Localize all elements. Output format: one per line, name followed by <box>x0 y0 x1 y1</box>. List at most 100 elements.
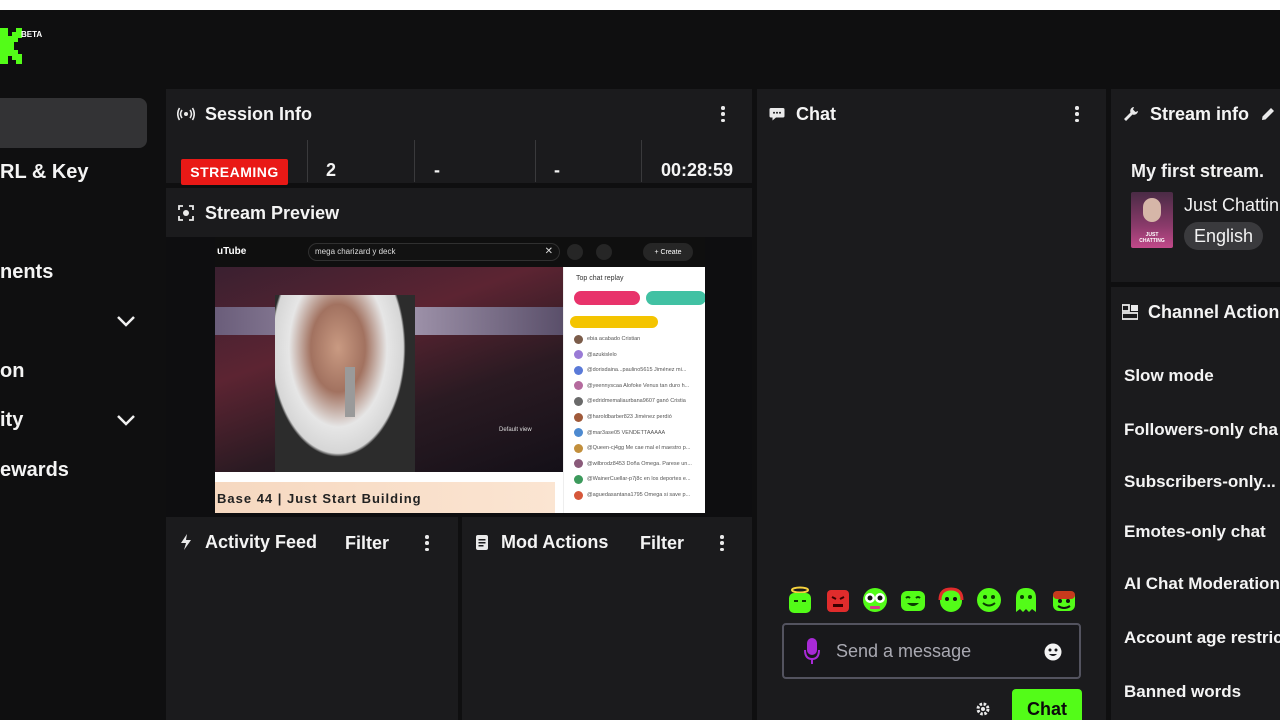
stat-divider <box>535 140 536 182</box>
chat-message-input[interactable] <box>836 640 1016 662</box>
session-info-menu-icon[interactable] <box>720 106 726 122</box>
mod-actions-menu-icon[interactable] <box>719 535 725 551</box>
sidebar: RL & Key nents on ity ewards <box>0 88 160 720</box>
preview-video-frame: Default view <box>215 267 563 472</box>
sidebar-item-moderation[interactable]: on <box>0 360 24 383</box>
preview-default-view: Default view <box>499 427 532 433</box>
gear-icon[interactable] <box>975 701 991 717</box>
kick-logo[interactable] <box>0 28 22 64</box>
edit-pencil-icon[interactable] <box>1260 106 1276 122</box>
preview-chat-line-text: @Queen-cj4gg Me cae mal el maestro p... <box>587 445 691 452</box>
stat-value: - <box>554 160 560 180</box>
emote-mustache-icon[interactable] <box>1050 586 1078 614</box>
emote-angel-icon[interactable] <box>786 586 814 614</box>
stream-preview-header: Stream Preview <box>166 188 752 238</box>
chat-avatar-icon <box>574 490 583 500</box>
preview-pinned-chat <box>570 316 658 328</box>
category-thumbnail-figure <box>1143 198 1161 222</box>
preview-search-box: mega charizard y deck ✕ <box>308 243 560 261</box>
preview-chat-line-text: @mar3ase05 VENDETTAAAAA <box>587 429 666 436</box>
preview-browser-bar: uTube mega charizard y deck ✕ + Create <box>215 237 705 267</box>
chat-avatar-icon <box>574 474 583 484</box>
chat-send-button[interactable]: Chat <box>1012 689 1082 720</box>
emotes-only-toggle[interactable]: Emotes-only chat <box>1124 522 1266 542</box>
preview-chat-line-text: @yeennyscaa Alofoke Venus tan duro h... <box>587 382 690 389</box>
ai-chat-moderation-toggle[interactable]: AI Chat Moderation <box>1124 574 1280 594</box>
chat-avatar-icon <box>574 459 583 469</box>
chat-title: Chat <box>796 103 836 124</box>
beta-label: BETA <box>21 30 43 39</box>
channel-actions-header: Channel Actions <box>1111 287 1280 337</box>
preview-gap <box>215 472 563 482</box>
mod-actions-panel: Mod Actions Filter <box>462 517 752 720</box>
mod-actions-header: Mod Actions <box>462 517 752 567</box>
channel-actions-icon <box>1122 303 1138 321</box>
emote-ghost-icon[interactable] <box>1012 586 1040 614</box>
preview-chat-column: Top chat replay ebia acabado Cristian @az… <box>563 267 705 513</box>
preview-chat-line: @azukislelo <box>574 349 704 361</box>
chat-avatar-icon <box>574 365 583 375</box>
emote-laugh-icon[interactable] <box>899 586 927 614</box>
sidebar-item-url-key[interactable]: RL & Key <box>0 161 89 184</box>
chat-avatar-icon <box>574 381 583 391</box>
followers-only-toggle[interactable]: Followers-only cha <box>1124 420 1278 440</box>
emote-smile-icon[interactable] <box>975 586 1003 614</box>
chat-bubble-icon <box>768 105 786 123</box>
preview-chat-line: @aguedasantana1795 Omega si save p... <box>574 489 704 501</box>
microphone-icon[interactable] <box>804 638 820 664</box>
preview-chat-line-text: @azukislelo <box>587 351 617 358</box>
stat-value: - <box>434 160 440 180</box>
sidebar-item-rewards[interactable]: ewards <box>0 459 69 482</box>
chat-avatar-icon <box>574 396 583 406</box>
account-age-restriction-toggle[interactable]: Account age restric <box>1124 628 1280 648</box>
banned-words-button[interactable]: Banned words <box>1124 682 1241 702</box>
chat-avatar-icon <box>574 350 583 360</box>
sidebar-item-moments[interactable]: nents <box>0 261 53 284</box>
stream-info-title: Stream info <box>1150 103 1250 124</box>
chat-header: Chat <box>757 89 1106 139</box>
lightning-icon <box>177 533 195 551</box>
chevron-down-icon[interactable] <box>116 414 136 426</box>
emote-angry-icon[interactable] <box>824 586 852 614</box>
chat-input-box[interactable] <box>782 623 1081 679</box>
preview-site-label: uTube <box>217 246 247 257</box>
preview-chat-line-text: @haroldbarber823 Jiménez perdió <box>587 414 672 420</box>
category-name[interactable]: Just Chattin <box>1184 195 1279 216</box>
stat-divider <box>641 140 642 182</box>
emoji-picker-icon[interactable] <box>1044 643 1062 661</box>
broadcast-icon <box>177 105 195 123</box>
chat-avatar-icon <box>574 412 583 422</box>
stream-preview-video[interactable]: uTube mega charizard y deck ✕ + Create D… <box>215 237 705 513</box>
chevron-down-icon[interactable] <box>116 315 136 327</box>
language-tag: English <box>1184 222 1264 250</box>
slow-mode-toggle[interactable]: Slow mode <box>1124 366 1214 386</box>
mod-actions-title: Mod Actions <box>501 531 609 552</box>
emote-eyes-icon[interactable] <box>861 586 889 614</box>
preview-chat-line: @mar3ase05 VENDETTAAAAA <box>574 427 704 439</box>
stat-divider <box>307 140 308 182</box>
mic-icon <box>596 244 612 260</box>
session-info-header: Session Info <box>166 89 752 139</box>
sidebar-active-item[interactable] <box>0 98 147 148</box>
streaming-status-badge: STREAMING <box>181 159 288 185</box>
chat-avatar-icon <box>574 443 583 453</box>
channel-actions-title: Channel Actions <box>1148 301 1280 322</box>
channel-actions-panel: Channel Actions <box>1111 287 1280 720</box>
chat-menu-icon[interactable] <box>1074 106 1080 122</box>
preview-chat-line: @yeennyscaa Alofoke Venus tan duro h... <box>574 380 704 392</box>
activity-feed-filter-button[interactable]: Filter <box>345 533 389 554</box>
category-thumbnail[interactable]: JUST CHATTING <box>1131 192 1173 248</box>
preview-chat-line-text: @dorisdaina...paulino5615 Jiménez mi... <box>587 367 687 374</box>
preview-chat-line: @wilbrodz8453 Doña Omega. Parese un... <box>574 458 704 470</box>
preview-chat-line-text: @edridmemaliaurbana9607 ganó Cristia <box>587 398 686 405</box>
chat-avatar-icon <box>574 334 583 344</box>
preview-search-text: mega charizard y deck <box>315 247 396 256</box>
mod-actions-filter-button[interactable]: Filter <box>640 533 684 554</box>
chat-avatar-icon <box>574 428 583 438</box>
subscribers-only-toggle[interactable]: Subscribers-only... <box>1124 472 1276 492</box>
activity-feed-menu-icon[interactable] <box>424 535 430 551</box>
preview-video-mic <box>345 367 355 417</box>
sidebar-item-community[interactable]: ity <box>0 409 23 432</box>
preview-chat-line: @haroldbarber823 Jiménez perdió <box>574 411 704 423</box>
emote-headphones-icon[interactable] <box>937 586 965 614</box>
